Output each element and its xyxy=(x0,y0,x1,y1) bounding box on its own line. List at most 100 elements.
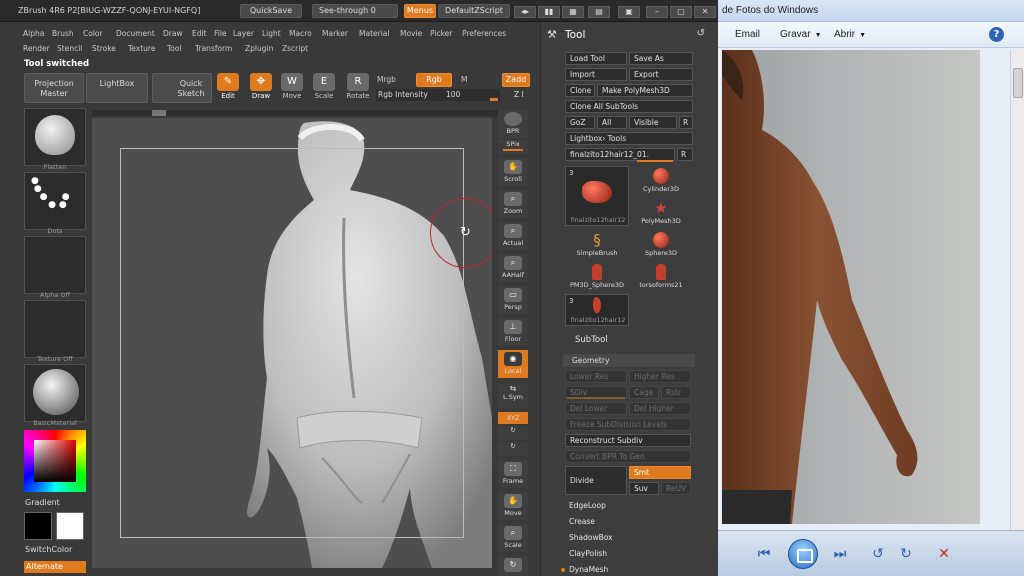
geometry-section[interactable]: Geometry xyxy=(563,354,695,367)
stroke-selector[interactable]: ● ● ● ● ● ● xyxy=(24,172,86,230)
menus-toggle[interactable]: Menus xyxy=(404,4,436,18)
rotate-view-button[interactable]: ↻ xyxy=(498,556,528,576)
menu-draw[interactable]: Draw xyxy=(163,29,183,38)
material-selector[interactable] xyxy=(24,364,86,422)
goz-button[interactable]: GoZ xyxy=(565,116,595,129)
reuv-button[interactable]: ReUV xyxy=(661,482,691,495)
rotate-mode-button[interactable]: R Rotate xyxy=(344,73,372,103)
move-view-button[interactable]: ✋ Move xyxy=(498,492,528,520)
aahalf-button[interactable]: ⌕ AAHalf xyxy=(498,254,528,282)
menu-stencil[interactable]: Stencil xyxy=(57,44,82,53)
alpha-selector[interactable] xyxy=(24,236,86,294)
quicksave-button[interactable]: QuickSave xyxy=(240,4,302,18)
clone-all-subtools-button[interactable]: Clone All SubTools xyxy=(565,100,693,113)
lock-icon[interactable]: ▣ xyxy=(618,6,640,18)
lsym-button[interactable]: ⇆ L.Sym xyxy=(498,384,528,408)
make-polymesh-button[interactable]: Make PolyMesh3D xyxy=(597,84,693,97)
menu-preferences[interactable]: Preferences xyxy=(462,29,506,38)
save-as-button[interactable]: Save As xyxy=(629,52,693,65)
edgeloop-section[interactable]: EdgeLoop xyxy=(565,500,691,513)
menu-tool[interactable]: Tool xyxy=(167,44,182,53)
menu-material[interactable]: Material xyxy=(359,29,389,38)
divide-button[interactable]: Divide xyxy=(565,466,627,495)
minimize-icon[interactable]: – xyxy=(646,6,668,18)
scale-view-button[interactable]: ⌕ Scale xyxy=(498,524,528,552)
help-icon[interactable]: ? xyxy=(989,27,1004,42)
email-menu[interactable]: Email xyxy=(735,29,760,40)
rstr-button[interactable]: Rstr xyxy=(661,386,691,399)
delete-icon[interactable]: ✕ xyxy=(934,544,954,564)
menu-render[interactable]: Render xyxy=(23,44,50,53)
projection-master-button[interactable]: Projection Master xyxy=(24,73,84,103)
reconstruct-subdiv-button[interactable]: Reconstruct Subdiv xyxy=(565,434,691,447)
menu-file[interactable]: File xyxy=(214,29,227,38)
close-icon[interactable]: ✕ xyxy=(694,6,716,18)
persp-button[interactable]: ▭ Persp xyxy=(498,286,528,314)
rgb-intensity-slider[interactable]: Rgb Intensity 100 xyxy=(376,89,500,101)
cage-button[interactable]: Cage xyxy=(629,386,659,399)
rotate-ccw-icon[interactable]: ↺ xyxy=(868,544,888,564)
menu-brush[interactable]: Brush xyxy=(52,29,74,38)
goz-all-button[interactable]: All xyxy=(597,116,627,129)
tool-cylinder3d[interactable]: Cylinder3D xyxy=(629,166,693,198)
gradient-label[interactable]: Gradient xyxy=(25,498,91,507)
local-button[interactable]: ◉ Local xyxy=(498,350,528,378)
previous-icon[interactable]: ⏮ xyxy=(754,544,774,564)
menu-marker[interactable]: Marker xyxy=(322,29,348,38)
maximize-icon[interactable]: ▢ xyxy=(670,6,692,18)
tool-simplebrush[interactable]: § SimpleBrush xyxy=(565,230,629,262)
export-button[interactable]: Export xyxy=(629,68,693,81)
main-color-swatch[interactable] xyxy=(56,512,84,540)
menu-color[interactable]: Color xyxy=(83,29,103,38)
suv-toggle[interactable]: Suv xyxy=(629,482,659,495)
higher-res-button[interactable]: Higher Res xyxy=(629,370,691,383)
floor-button[interactable]: ⊥ Floor xyxy=(498,318,528,346)
canvas-scroll-knob[interactable] xyxy=(152,110,166,116)
zbrush-canvas[interactable]: ↻ xyxy=(92,118,492,568)
scale-mode-button[interactable]: E Scale xyxy=(310,73,338,103)
menu-movie[interactable]: Movie xyxy=(400,29,422,38)
draw-mode-button[interactable]: ✥ Draw xyxy=(247,73,275,103)
tool-pm3d-sphere3d[interactable]: PM3D_Sphere3D xyxy=(565,262,629,294)
m-button[interactable]: M xyxy=(461,75,467,84)
menu-zplugin[interactable]: Zplugin xyxy=(245,44,273,53)
alternate-button[interactable]: Alternate xyxy=(24,561,86,573)
layout-switch-icon[interactable]: ▤ xyxy=(588,6,610,18)
xyz-button[interactable]: XYZ xyxy=(498,412,528,424)
tool-thumb-finalzito-1[interactable]: 3 finalzito12hair12 xyxy=(565,166,629,226)
current-tool-r-button[interactable]: R xyxy=(677,148,693,161)
goz-r-button[interactable]: R xyxy=(679,116,693,129)
tool-torsoforms21[interactable]: torsoforms21 xyxy=(629,262,693,294)
rgb-button[interactable]: Rgb xyxy=(416,73,452,87)
reset-icon[interactable]: ↺ xyxy=(697,28,705,39)
tool-polymesh3d[interactable]: ★ PolyMesh3D xyxy=(629,198,693,230)
menu-picker[interactable]: Picker xyxy=(430,29,452,38)
menu-stroke[interactable]: Stroke xyxy=(92,44,116,53)
zoom-button[interactable]: ⌕ Zoom xyxy=(498,190,528,218)
menu-transform[interactable]: Transform xyxy=(195,44,232,53)
rotate-y-button[interactable]: ↻ xyxy=(498,426,528,440)
shadowbox-section[interactable]: ShadowBox xyxy=(565,532,691,545)
menu-document[interactable]: Document xyxy=(116,29,155,38)
layout-bars-icon[interactable]: ▮▮ xyxy=(538,6,560,18)
menu-light[interactable]: Light xyxy=(262,29,281,38)
color-picker[interactable] xyxy=(24,430,86,492)
color-saturation-square[interactable] xyxy=(34,440,76,482)
actual-button[interactable]: ⌕ Actual xyxy=(498,222,528,250)
switchcolor-button[interactable]: SwitchColor xyxy=(25,545,91,554)
goz-visible-button[interactable]: Visible xyxy=(629,116,677,129)
del-lower-button[interactable]: Del Lower xyxy=(565,402,627,415)
claypolish-section[interactable]: ClayPolish xyxy=(565,548,691,561)
subtool-section[interactable]: SubTool xyxy=(571,335,691,348)
tool-thumb-finalzito-2[interactable]: 3 finalzito12hair12 xyxy=(565,294,629,326)
spix-slider[interactable]: SPix xyxy=(498,140,528,154)
mrgb-button[interactable]: Mrgb xyxy=(377,75,396,84)
convert-bpr-to-geo-button[interactable]: Convert BPR To Geo xyxy=(565,450,691,463)
menu-zscript[interactable]: Zscript xyxy=(282,44,308,53)
scroll-button[interactable]: ✋ Scroll xyxy=(498,158,528,186)
menu-texture[interactable]: Texture xyxy=(128,44,155,53)
lightbox-button[interactable]: LightBox xyxy=(86,73,148,103)
menu-macro[interactable]: Macro xyxy=(289,29,312,38)
viewer-scrollbar[interactable] xyxy=(1010,50,1024,530)
freeze-subdivision-levels-button[interactable]: Freeze SubDivision Levels xyxy=(565,418,691,431)
